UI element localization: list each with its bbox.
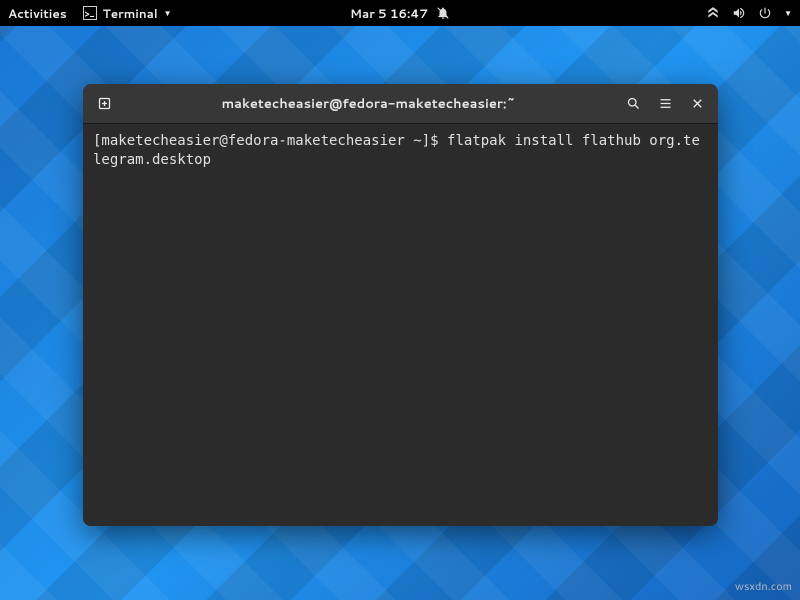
shell-prompt: [maketecheasier@fedora-maketecheasier ~]… [93,133,447,149]
window-title: maketecheasier@fedora-maketecheasier:~ [119,95,618,113]
chevron-down-icon: ▼ [784,7,792,19]
search-button[interactable] [618,89,648,119]
network-icon [706,6,720,20]
watermark: wsxdn.com [735,578,792,594]
new-tab-button[interactable] [89,89,119,119]
terminal-app-icon: >_ [83,6,97,20]
app-menu-label: Terminal [103,5,158,22]
terminal-window: maketecheasier@fedora-maketecheasier:~ [… [83,84,718,526]
power-icon [758,6,772,20]
notification-off-icon [436,6,450,20]
app-menu[interactable]: >_ Terminal ▼ [83,5,172,22]
gnome-topbar: Activities >_ Terminal ▼ Mar 5 16:47 ▼ [0,0,800,26]
terminal-content[interactable]: [maketecheasier@fedora-maketecheasier ~]… [83,124,718,526]
system-status-area[interactable]: ▼ [706,6,792,20]
volume-icon [732,6,746,20]
menu-button[interactable] [650,89,680,119]
chevron-down-icon: ▼ [164,7,172,19]
activities-button[interactable]: Activities [8,5,67,22]
close-button[interactable] [682,89,712,119]
clock[interactable]: Mar 5 16:47 [350,5,428,22]
window-titlebar[interactable]: maketecheasier@fedora-maketecheasier:~ [83,84,718,124]
